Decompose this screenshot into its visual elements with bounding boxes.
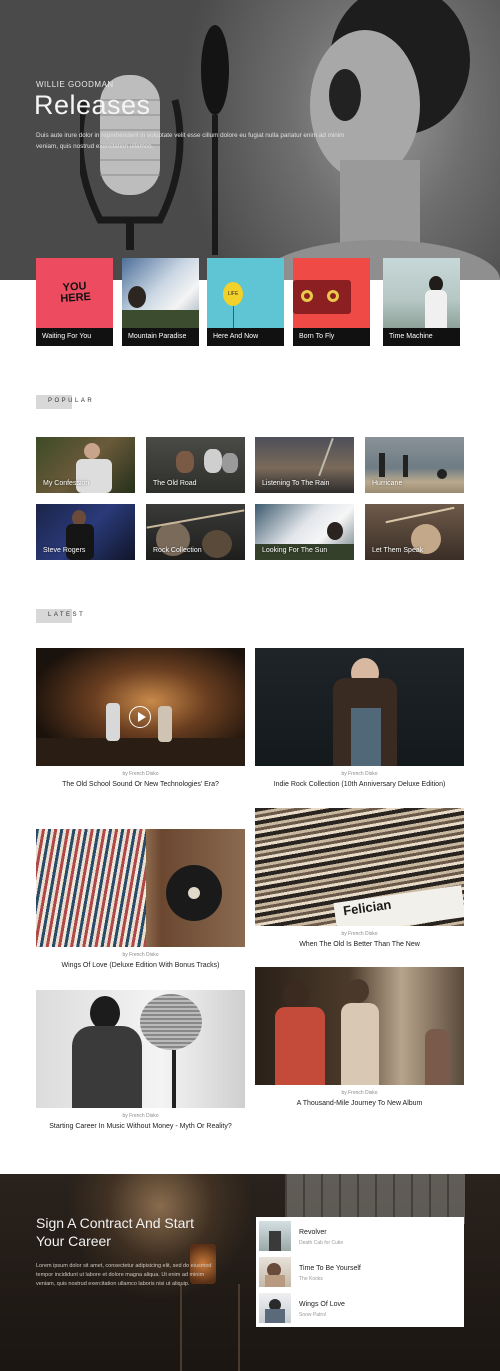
track-thumbnail (259, 1293, 291, 1323)
blog-post[interactable]: by French Disko A Thousand-Mile Journey … (255, 967, 464, 1107)
latest-section-tag: LATEST (36, 609, 106, 623)
post-image: Felician (255, 808, 464, 926)
contract-description: Lorem ipsum dolor sit amet, consectetur … (36, 1263, 212, 1287)
hero-description: Duis aute irure dolor in reprehenderit i… (36, 132, 345, 150)
release-title: Born To Fly (299, 333, 335, 340)
release-card[interactable]: Time Machine (383, 258, 460, 346)
playlist-track[interactable]: Wings Of Love Snow Patrol (259, 1293, 461, 1329)
release-card[interactable]: Mountain Paradise (122, 258, 199, 346)
popular-section-tag: POPULAR (36, 395, 106, 409)
playlist-track[interactable]: Time To Be Yourself The Kooks (259, 1257, 461, 1293)
blog-post[interactable]: by French Disko Wings Of Love (Deluxe Ed… (36, 829, 245, 969)
post-author: by French Disko (122, 1113, 159, 1119)
popular-item[interactable]: Steve Rogers (36, 504, 135, 560)
blog-post[interactable]: by French Disko Indie Rock Collection (1… (255, 648, 464, 788)
page-title: Releases (34, 90, 151, 120)
album-art (293, 258, 370, 328)
blog-post[interactable]: Felician by French Disko When The Old Is… (255, 808, 464, 948)
playlist-widget: Revolver Death Cab for Cutie Time To Be … (256, 1217, 464, 1327)
hero-banner: WILLIE GOODMAN Releases Duis aute irure … (0, 0, 500, 280)
track-title: Time To Be Yourself (299, 1265, 361, 1272)
release-title: Here And Now (213, 333, 259, 340)
popular-item[interactable]: The Old Road (146, 437, 245, 493)
popular-item[interactable]: My Confession (36, 437, 135, 493)
post-author: by French Disko (122, 952, 159, 958)
popular-item[interactable]: Looking For The Sun (255, 504, 354, 560)
blog-post[interactable]: by French Disko The Old School Sound Or … (36, 648, 245, 788)
release-title: Time Machine (389, 333, 433, 340)
post-title[interactable]: Starting Career In Music Without Money -… (36, 1123, 245, 1130)
album-art: LIFE (207, 258, 284, 328)
post-author: by French Disko (341, 1090, 378, 1096)
popular-item[interactable]: Hurricane (365, 437, 464, 493)
popular-item[interactable]: Listening To The Rain (255, 437, 354, 493)
track-thumbnail (259, 1257, 291, 1287)
artist-name: WILLIE GOODMAN (36, 80, 114, 89)
release-card[interactable]: YOU HERE Waiting For You (36, 258, 113, 346)
release-card[interactable]: Born To Fly (293, 258, 370, 346)
post-author: by French Disko (122, 771, 159, 777)
track-title: Wings Of Love (299, 1301, 345, 1308)
post-image (36, 990, 245, 1108)
track-title: Revolver (299, 1229, 327, 1236)
post-image (255, 648, 464, 766)
album-art (122, 258, 199, 328)
post-image (36, 829, 245, 947)
track-artist: The Kooks (299, 1276, 323, 1282)
track-thumbnail (259, 1221, 291, 1251)
release-title: Waiting For You (42, 333, 92, 340)
post-title[interactable]: Indie Rock Collection (10th Anniversary … (255, 781, 464, 788)
popular-item[interactable]: Let Them Speak (365, 504, 464, 560)
playlist-track[interactable]: Revolver Death Cab for Cutie (259, 1221, 461, 1257)
post-author: by French Disko (341, 771, 378, 777)
release-card[interactable]: LIFE Here And Now (207, 258, 284, 346)
blog-post[interactable]: by French Disko Starting Career In Music… (36, 990, 245, 1130)
post-title[interactable]: The Old School Sound Or New Technologies… (36, 781, 245, 788)
post-title[interactable]: A Thousand-Mile Journey To New Album (255, 1100, 464, 1107)
contract-section: Sign A Contract And Start Your Career Lo… (0, 1174, 500, 1371)
popular-item[interactable]: Rock Collection (146, 504, 245, 560)
album-art: YOU HERE (36, 258, 113, 328)
post-title[interactable]: Wings Of Love (Deluxe Edition With Bonus… (36, 962, 245, 969)
release-title: Mountain Paradise (128, 333, 187, 340)
track-artist: Snow Patrol (299, 1312, 326, 1318)
contract-title: Sign A Contract And Start Your Career (36, 1215, 194, 1249)
track-artist: Death Cab for Cutie (299, 1240, 344, 1246)
album-art (383, 258, 460, 328)
play-icon[interactable] (129, 706, 151, 728)
post-image (36, 648, 245, 766)
post-title[interactable]: When The Old Is Better Than The New (255, 941, 464, 948)
post-image (255, 967, 464, 1085)
post-author: by French Disko (341, 931, 378, 937)
